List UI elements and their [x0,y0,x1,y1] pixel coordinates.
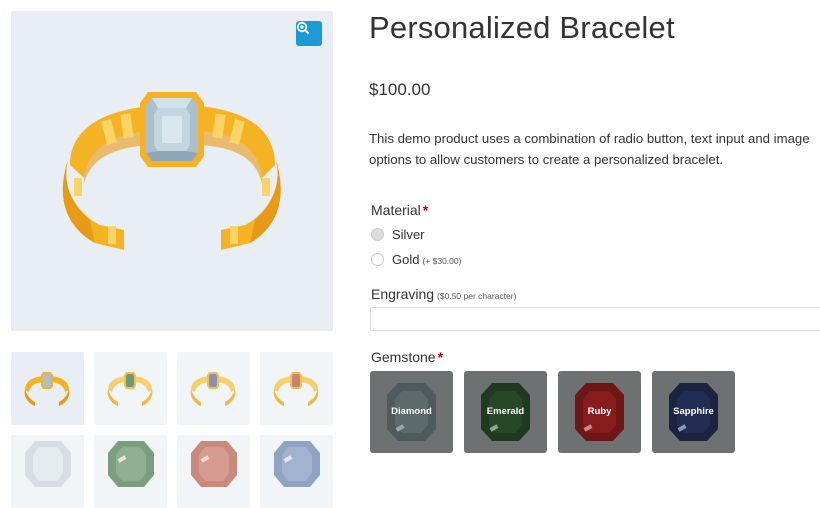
gemstone-option-ruby[interactable]: Ruby [558,371,641,453]
radio-button-checked[interactable] [371,228,384,241]
red-gem-thumbnail-icon [191,441,237,487]
gemstone-label-emerald: Emerald [486,406,525,417]
material-label: Material * [371,202,428,218]
gemstone-option-sapphire[interactable]: Sapphire [652,371,735,453]
product-title: Personalized Bracelet [369,10,675,45]
gemstone-label-diamond: Diamond [391,406,432,417]
main-product-image[interactable] [11,11,333,331]
engraving-label-text: Engraving [371,286,435,302]
engraving-label: Engraving ($0.50 per character) [371,286,516,302]
gemstone-label-ruby: Ruby [587,406,612,417]
thumbnail-7[interactable] [177,435,250,508]
engraving-input[interactable] [370,307,820,331]
blue-gem-thumbnail-icon [274,441,320,487]
required-asterisk: * [422,202,429,218]
zoom-button[interactable] [296,21,322,46]
product-price: $100.00 [369,80,431,99]
gemstone-label-text: Gemstone [371,349,436,365]
zoom-in-icon [296,21,310,35]
price-modifier-note: (+ $30.00) [422,256,462,266]
bracelet-illustration [62,92,281,250]
engraving-price-note: ($0.50 per character) [437,291,517,301]
radio-button[interactable] [371,253,384,266]
green-gem-thumbnail-icon [108,441,154,487]
thumbnail-5[interactable] [11,435,84,508]
bracelet-red-thumbnail-icon [273,372,319,406]
material-option-gold[interactable]: Gold (+ $30.00) [371,252,461,267]
gold-label-text: Gold [392,252,420,267]
thumbnail-4[interactable] [260,352,333,425]
material-option-silver[interactable]: Silver [371,227,425,242]
gemstone-label-sapphire: Sapphire [673,406,714,417]
thumbnail-8[interactable] [260,435,333,508]
bracelet-green-thumbnail-icon [107,372,153,406]
bracelet-thumbnail-icon [24,372,70,406]
thumbnail-2[interactable] [94,352,167,425]
required-asterisk: * [437,349,444,365]
bracelet-purple-thumbnail-icon [190,372,236,406]
white-gem-thumbnail-icon [25,441,71,487]
thumbnail-6[interactable] [94,435,167,508]
product-description: This demo product uses a combination of … [369,131,810,167]
gemstone-option-emerald[interactable]: Emerald [464,371,547,453]
material-label-text: Material [371,202,421,218]
gemstone-option-diamond[interactable]: Diamond [370,371,453,453]
gemstone-label: Gemstone * [371,349,443,365]
material-option-label: Silver [392,227,425,242]
material-option-label: Gold (+ $30.00) [392,252,461,267]
thumbnail-3[interactable] [177,352,250,425]
thumbnail-1[interactable] [11,352,84,425]
